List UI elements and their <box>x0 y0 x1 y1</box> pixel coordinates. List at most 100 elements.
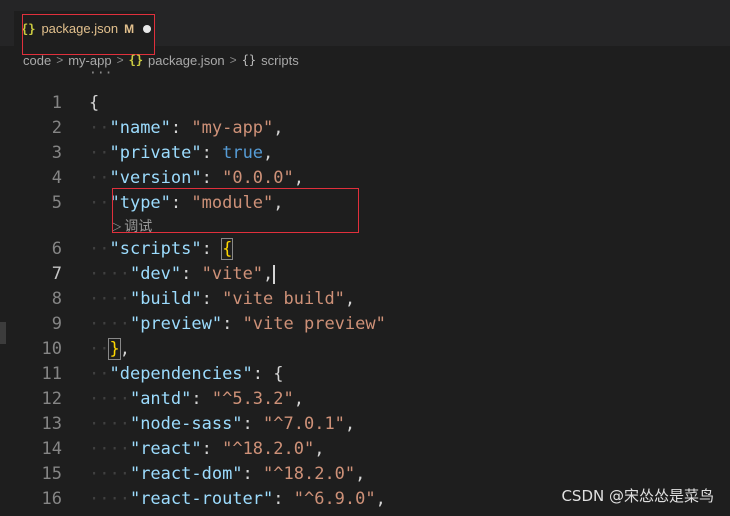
code-token-ws: ·· <box>89 168 110 188</box>
line-number: 1 <box>51 93 62 113</box>
line-number: 13 <box>41 414 62 434</box>
code-line[interactable]: 14 ····"react": "^18.2.0", <box>0 437 730 462</box>
code-text[interactable]: ··"name": "my-app", <box>89 116 284 141</box>
code-token-str: "my-app" <box>191 118 274 138</box>
text-cursor <box>273 264 276 284</box>
code-token-ws: ···· <box>89 439 130 459</box>
sticky-scroll-ellipsis[interactable]: ··· <box>89 66 112 81</box>
line-number: 14 <box>41 439 62 459</box>
code-token-key: "node-sass" <box>129 414 243 434</box>
code-token-str: "^6.9.0" <box>293 489 376 509</box>
code-token-pun: , <box>119 339 130 359</box>
json-file-icon: {} <box>128 53 144 67</box>
code-token-brk: { <box>221 238 234 260</box>
code-token-pun: : <box>222 314 243 334</box>
code-token-pun: : <box>273 489 294 509</box>
code-text[interactable]: ····"node-sass": "^7.0.1", <box>89 412 355 437</box>
code-token-pun: , <box>375 489 386 509</box>
code-token-pun: : <box>170 118 192 138</box>
code-text[interactable]: ····"react-dom": "^18.2.0", <box>89 462 365 487</box>
code-line[interactable]: 4 ··"version": "0.0.0", <box>0 166 730 191</box>
code-token-key: "name" <box>109 118 171 138</box>
code-token-ws: ···· <box>89 289 130 309</box>
tab-package-json[interactable]: {} package.json M <box>14 11 155 46</box>
code-line[interactable]: 13 ····"node-sass": "^7.0.1", <box>0 412 730 437</box>
code-text[interactable]: ··"private": true, <box>89 141 273 166</box>
code-text[interactable]: ····"react": "^18.2.0", <box>89 437 324 462</box>
line-number: 9 <box>51 314 62 334</box>
code-line[interactable]: 10 ··}, <box>0 337 730 362</box>
tab-bar: {} package.json M <box>0 0 730 46</box>
code-line[interactable]: 8 ····"build": "vite build", <box>0 287 730 312</box>
line-number: 16 <box>41 489 62 509</box>
code-text[interactable]: ····"build": "vite build", <box>89 287 355 312</box>
code-token-ws: ···· <box>89 464 130 484</box>
code-token-key: "preview" <box>129 314 223 334</box>
code-text[interactable]: ··"type": "module", <box>89 191 284 216</box>
code-token-pun: , <box>344 414 356 434</box>
code-text[interactable]: ··}, <box>89 337 130 362</box>
code-token-str: "^5.3.2" <box>211 389 294 409</box>
code-token-pun: : { <box>252 364 284 384</box>
code-text[interactable]: ····"dev": "vite", <box>89 262 276 287</box>
code-line[interactable]: 2 ··"name": "my-app", <box>0 116 730 141</box>
breadcrumb-item-scripts[interactable]: scripts <box>261 53 299 68</box>
code-token-str: "0.0.0" <box>222 168 294 188</box>
chevron-right-icon: > <box>116 53 124 67</box>
code-token-ws: ···· <box>89 264 130 284</box>
line-number: 10 <box>41 339 62 359</box>
code-line[interactable]: 11 ··"dependencies": { <box>0 362 730 387</box>
code-token-ws: ·· <box>89 239 110 259</box>
code-token-pun: , <box>263 143 274 163</box>
line-number: 15 <box>41 464 62 484</box>
unsaved-dot-icon[interactable] <box>143 24 152 33</box>
line-number: 4 <box>51 168 62 188</box>
code-token-key: "react" <box>129 439 202 459</box>
code-text[interactable]: ····"react-router": "^6.9.0", <box>89 487 386 512</box>
line-number: 11 <box>41 364 62 384</box>
code-token-pun: , <box>314 439 325 459</box>
code-token-key: "scripts" <box>109 239 202 259</box>
code-token-brk: } <box>108 338 121 360</box>
code-text[interactable]: { <box>89 91 99 116</box>
codelens-debug[interactable]: ▷ 调试 <box>112 216 152 236</box>
code-token-str: "vite preview" <box>242 314 386 334</box>
code-line[interactable]: 1{ <box>0 91 730 116</box>
scrollbar-marker[interactable] <box>0 322 6 344</box>
code-token-str: "^18.2.0" <box>263 464 356 484</box>
code-token-key: "dev" <box>129 264 182 284</box>
code-text[interactable]: ··"version": "0.0.0", <box>89 166 304 191</box>
code-line[interactable]: 3 ··"private": true, <box>0 141 730 166</box>
code-token-pun: , <box>273 118 284 138</box>
code-text[interactable]: ····"preview": "vite preview" <box>89 312 386 337</box>
breadcrumb-item-package-json[interactable]: package.json <box>148 53 225 68</box>
code-token-ws: ···· <box>89 389 130 409</box>
code-token-key: "react-dom" <box>129 464 243 484</box>
code-token-ws: ·· <box>89 193 110 213</box>
tab-label: package.json <box>41 21 119 36</box>
code-line[interactable]: 9 ····"preview": "vite preview" <box>0 312 730 337</box>
code-token-pun: : <box>170 193 192 213</box>
line-number: 2 <box>51 118 62 138</box>
code-line[interactable]: 6 ··"scripts": { <box>0 237 730 262</box>
code-text[interactable]: ··"dependencies": { <box>89 362 284 387</box>
code-token-pun: : <box>242 464 264 484</box>
code-text[interactable]: ··"scripts": { <box>89 237 234 262</box>
line-number: 12 <box>41 389 62 409</box>
code-line[interactable]: 15 ····"react-dom": "^18.2.0", <box>0 462 730 487</box>
code-text[interactable]: ····"antd": "^5.3.2", <box>89 387 304 412</box>
code-token-kw: true <box>222 143 264 163</box>
code-token-str: "^18.2.0" <box>222 439 315 459</box>
modified-badge: M <box>124 21 135 36</box>
breadcrumb-item-code[interactable]: code <box>23 53 51 68</box>
code-line[interactable]: 5 ··"type": "module", <box>0 191 730 216</box>
code-token-key: "antd" <box>129 389 192 409</box>
code-token-str: "vite build" <box>222 289 345 309</box>
code-token-str: "module" <box>191 193 274 213</box>
code-token-str: "vite" <box>201 264 264 284</box>
code-line[interactable]: 7 ····"dev": "vite", <box>0 262 730 287</box>
code-line[interactable]: 12 ····"antd": "^5.3.2", <box>0 387 730 412</box>
code-token-pun: { <box>89 93 100 113</box>
line-number: 5 <box>51 193 62 213</box>
code-token-pun: , <box>293 168 304 188</box>
